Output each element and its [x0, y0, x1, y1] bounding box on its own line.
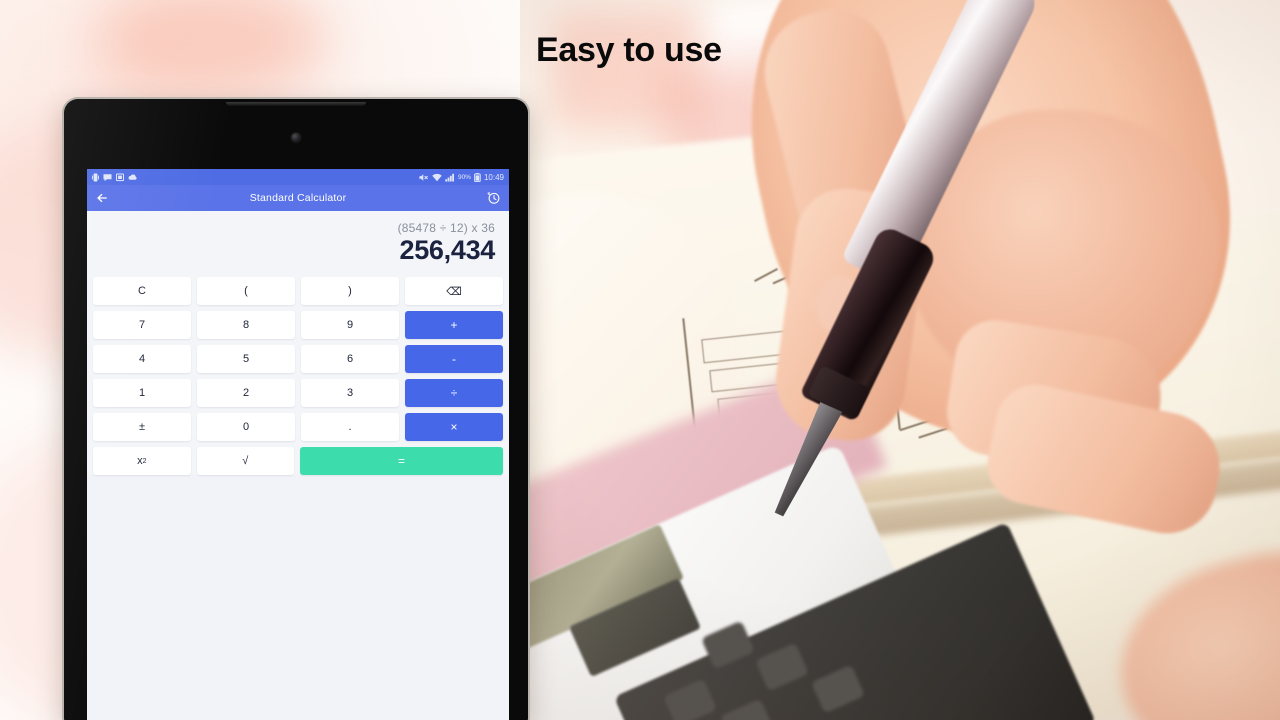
key-equals[interactable]: = [300, 447, 503, 476]
tablet-device: 90% 10:49 Standard Calculator (85478 ÷ 1… [62, 97, 530, 720]
status-bar: 90% 10:49 [87, 169, 509, 185]
status-bar-system-icons: 90% 10:49 [419, 172, 504, 182]
photo-vignette [520, 0, 1280, 720]
keypad-row: 456- [93, 345, 503, 374]
page-title: Standard Calculator [249, 192, 347, 204]
wifi-icon [432, 173, 442, 181]
status-bar-notification-icons [92, 173, 138, 182]
key-decimal[interactable]: . [301, 413, 399, 442]
key-minus[interactable]: - [405, 345, 503, 374]
tablet-screen: 90% 10:49 Standard Calculator (85478 ÷ 1… [87, 169, 509, 720]
keypad-row: 7 8 9 + [93, 311, 503, 340]
history-clock-icon[interactable] [487, 191, 501, 205]
vibrate-icon [92, 173, 99, 181]
calculator-display: (85478 ÷ 12) x 36 256,434 [87, 211, 509, 274]
key-square[interactable]: x2 [93, 447, 191, 476]
calculator-keypad: C() ⌫ 7 8 9 +4 5 6-1 2 3 ÷ ±0. × x 2 √ = [87, 273, 509, 476]
key-1[interactable]: 1 [93, 379, 191, 408]
key-multiply[interactable]: × [405, 413, 503, 442]
status-bar-time: 10:49 [483, 172, 504, 182]
key-clear[interactable]: C [93, 277, 191, 306]
key-plus[interactable]: + [405, 311, 503, 340]
message-icon [103, 173, 112, 181]
keypad-row: C() ⌫ [93, 277, 503, 306]
key-divide[interactable]: ÷ [405, 379, 503, 408]
key-backspace[interactable]: ⌫ [405, 277, 503, 306]
key-5[interactable]: 5 [197, 345, 295, 374]
mute-icon [419, 173, 428, 181]
front-camera-icon [291, 133, 301, 142]
keypad-row: 1 2 3 ÷ [93, 379, 503, 408]
key-8[interactable]: 8 [197, 311, 295, 340]
key-2[interactable]: 2 [197, 379, 295, 408]
key-0[interactable]: 0 [197, 413, 295, 442]
photo-hand-writing-in-notebook [520, 0, 1280, 720]
battery-percent-label: 90% [457, 173, 471, 181]
key-3[interactable]: 3 [301, 379, 399, 408]
key-paren-close[interactable]: ) [301, 277, 399, 306]
key-9[interactable]: 9 [301, 311, 399, 340]
back-arrow-icon[interactable] [95, 191, 109, 205]
key-plus-minus[interactable]: ± [93, 413, 191, 442]
screenshot-icon [116, 173, 124, 181]
app-toolbar: Standard Calculator [87, 185, 509, 211]
screenshot-stage: Easy to use 90% 10:49 Standard Calculato… [0, 0, 1280, 720]
key-paren-open[interactable]: ( [197, 277, 295, 306]
key-4[interactable]: 4 [93, 345, 191, 374]
key-6[interactable]: 6 [301, 345, 399, 374]
keypad-row: ±0. × [93, 413, 503, 442]
keypad-row: x 2 √ = [93, 447, 503, 476]
battery-icon [474, 172, 481, 182]
cloud-icon [128, 173, 137, 180]
expression-text: (85478 ÷ 12) x 36 [397, 221, 495, 235]
result-text: 256,434 [399, 235, 496, 265]
key-7[interactable]: 7 [93, 311, 191, 340]
headline-text: Easy to use [536, 31, 722, 69]
signal-icon [445, 173, 454, 181]
key-sqrt[interactable]: √ [196, 447, 295, 476]
speaker-slot [226, 102, 366, 106]
